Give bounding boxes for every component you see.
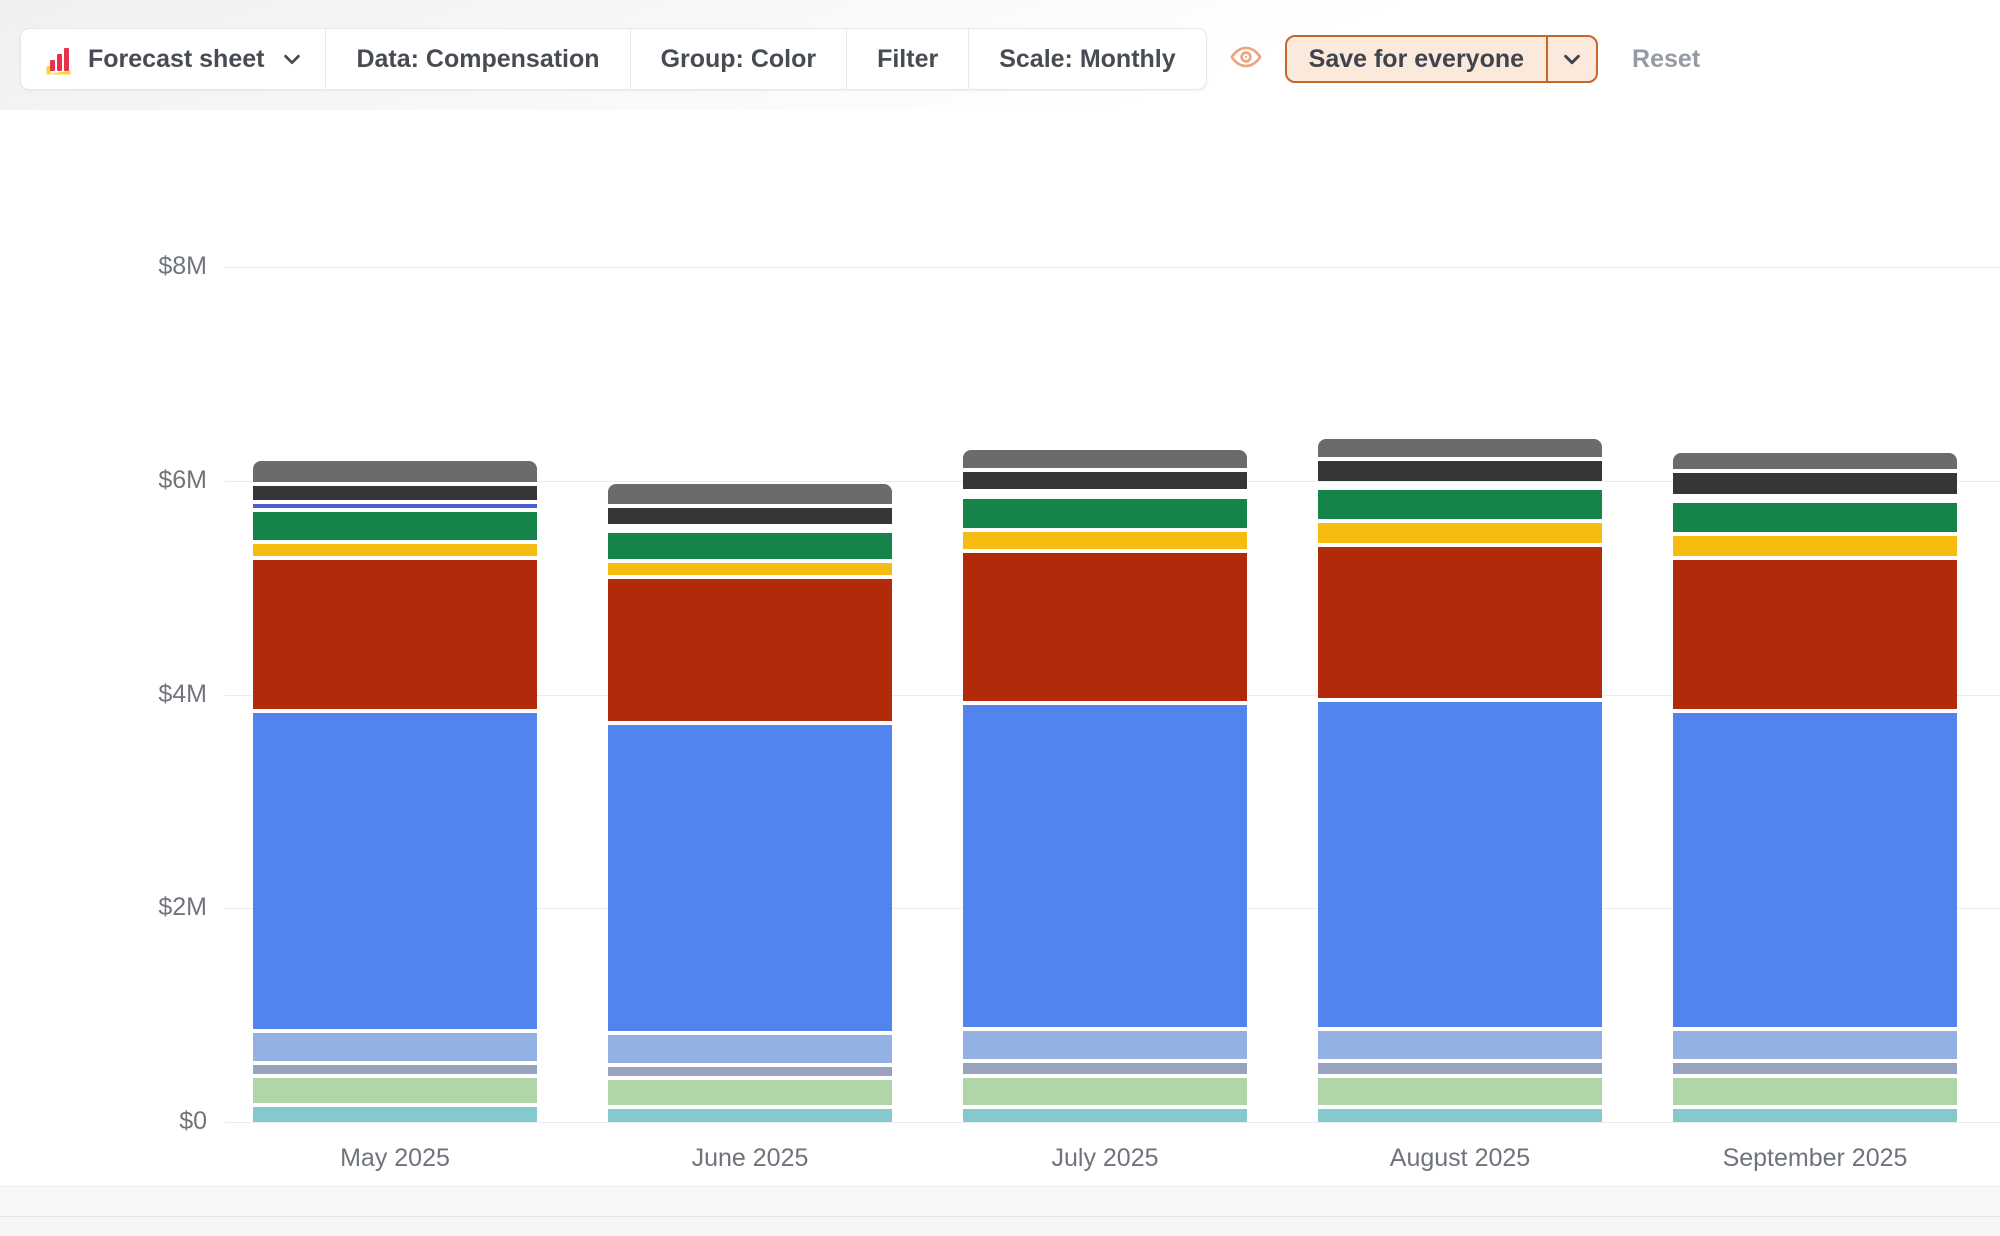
bar-segment-june-2025-green[interactable]	[608, 532, 892, 559]
bar-segment-august-2025-yellow[interactable]	[1318, 523, 1602, 543]
bar-segment-may-2025-light-blue[interactable]	[253, 1033, 537, 1062]
scale-control-label: Scale: Monthly	[999, 44, 1176, 73]
y-tick-label--2m: $2M	[158, 893, 207, 922]
chevron-down-icon	[1564, 54, 1580, 65]
bar-segment-may-2025-yellow[interactable]	[253, 543, 537, 556]
bar-segment-july-2025-teal[interactable]	[963, 1109, 1247, 1122]
footer-strip	[0, 1186, 2000, 1216]
bar-segment-july-2025-blue[interactable]	[963, 705, 1247, 1028]
group-control-label: Group: Color	[660, 44, 817, 73]
gridline--8m	[225, 267, 2000, 268]
bar-segment-june-2025-slate-blue[interactable]	[608, 1067, 892, 1077]
y-tick-label--6m: $6M	[158, 465, 207, 494]
bar-segment-may-2025-light-green[interactable]	[253, 1078, 537, 1103]
x-axis-label-august-2025: August 2025	[1389, 1144, 1531, 1172]
bar-segment-may-2025-indigo[interactable]	[253, 504, 537, 508]
save-dropdown-toggle[interactable]	[1546, 37, 1596, 81]
forecast-page: Forecast sheet Data: Compensation Group:…	[0, 0, 2000, 1236]
chevron-down-icon	[281, 48, 303, 70]
bar-segment-september-2025-dark-gray[interactable]	[1673, 473, 1957, 494]
bar-segment-july-2025-gray[interactable]	[963, 449, 1247, 469]
bar-segment-june-2025-dark-red[interactable]	[608, 578, 892, 722]
save-for-everyone-button[interactable]: Save for everyone	[1284, 35, 1599, 83]
bar-segment-september-2025-teal[interactable]	[1673, 1109, 1957, 1122]
x-axis-label-september-2025: September 2025	[1722, 1144, 1908, 1172]
sheet-selector[interactable]: Forecast sheet	[21, 29, 325, 89]
bar-segment-june-2025-light-blue[interactable]	[608, 1035, 892, 1064]
bar-segment-august-2025-light-blue[interactable]	[1318, 1031, 1602, 1060]
bar-segment-august-2025-dark-gray[interactable]	[1318, 461, 1602, 481]
y-tick-label--4m: $4M	[158, 679, 207, 708]
bar-segment-july-2025-yellow[interactable]	[963, 531, 1247, 550]
toolbar: Forecast sheet Data: Compensation Group:…	[20, 28, 1700, 90]
bar-segment-june-2025-light-green[interactable]	[608, 1080, 892, 1106]
bar-segment-september-2025-light-green[interactable]	[1673, 1078, 1957, 1106]
bar-segment-august-2025-blue[interactable]	[1318, 701, 1602, 1028]
bar-segment-july-2025-light-green[interactable]	[963, 1078, 1247, 1106]
bar-segment-september-2025-dark-red[interactable]	[1673, 559, 1957, 709]
toolbar-segment-group: Forecast sheet Data: Compensation Group:…	[20, 28, 1207, 90]
reset-button[interactable]: Reset	[1632, 45, 1700, 74]
bar-segment-august-2025-dark-red[interactable]	[1318, 546, 1602, 698]
bar-segment-august-2025-green[interactable]	[1318, 490, 1602, 520]
bar-segment-august-2025-teal[interactable]	[1318, 1109, 1602, 1122]
bar-segment-september-2025-blue[interactable]	[1673, 712, 1957, 1028]
bar-segment-july-2025-dark-red[interactable]	[963, 553, 1247, 702]
bar-segment-august-2025-gray[interactable]	[1318, 438, 1602, 458]
bar-segment-may-2025-green[interactable]	[253, 511, 537, 540]
eye-icon	[1229, 40, 1263, 79]
bar-segment-may-2025-blue[interactable]	[253, 712, 537, 1030]
bar-segment-june-2025-yellow[interactable]	[608, 562, 892, 575]
bar-segment-july-2025-slate-blue[interactable]	[963, 1063, 1247, 1075]
bar-segment-june-2025-dark-gray[interactable]	[608, 508, 892, 524]
footer-strip-lower	[0, 1216, 2000, 1236]
bar-segment-june-2025-gray[interactable]	[608, 483, 892, 505]
filter-control[interactable]: Filter	[846, 29, 968, 89]
bar-segment-june-2025-blue[interactable]	[608, 725, 892, 1032]
stacked-bar-chart: $8M $6M $4M $2M $0 May 2025 June 2025 July 2025…	[0, 0, 2000, 1236]
x-axis-label-may-2025: May 2025	[340, 1144, 450, 1172]
bar-chart-logo-icon	[43, 43, 75, 75]
gridline--0	[225, 1122, 2000, 1123]
x-axis-label-june-2025: June 2025	[691, 1144, 809, 1172]
y-tick-label--8m: $8M	[158, 252, 207, 280]
y-tick-label--0: $0	[179, 1107, 207, 1135]
bar-segment-july-2025-dark-gray[interactable]	[963, 472, 1247, 490]
bar-segment-may-2025-dark-gray[interactable]	[253, 485, 537, 501]
save-button-label: Save for everyone	[1308, 44, 1525, 73]
bar-segment-august-2025-slate-blue[interactable]	[1318, 1063, 1602, 1075]
bar-segment-may-2025-gray[interactable]	[253, 461, 537, 482]
bar-segment-may-2025-slate-blue[interactable]	[253, 1065, 537, 1075]
sheet-selector-label: Forecast sheet	[88, 44, 265, 73]
bar-segment-august-2025-light-green[interactable]	[1318, 1078, 1602, 1106]
scale-monthly-control[interactable]: Scale: Monthly	[968, 29, 1205, 89]
bar-segment-may-2025-dark-red[interactable]	[253, 559, 537, 709]
bar-segment-september-2025-slate-blue[interactable]	[1673, 1063, 1957, 1075]
data-compensation-control[interactable]: Data: Compensation	[325, 29, 629, 89]
bar-segment-may-2025-teal[interactable]	[253, 1106, 537, 1122]
bar-segment-september-2025-yellow[interactable]	[1673, 536, 1957, 556]
bar-segment-september-2025-gray[interactable]	[1673, 452, 1957, 470]
group-color-control[interactable]: Group: Color	[629, 29, 847, 89]
bar-segment-june-2025-teal[interactable]	[608, 1109, 892, 1122]
bar-segment-july-2025-light-blue[interactable]	[963, 1031, 1247, 1060]
data-control-label: Data: Compensation	[356, 44, 600, 73]
visibility-eye-button[interactable]	[1229, 40, 1263, 79]
bar-segment-september-2025-green[interactable]	[1673, 503, 1957, 533]
bar-segment-july-2025-green[interactable]	[963, 498, 1247, 528]
filter-control-label: Filter	[877, 44, 939, 73]
bar-segment-september-2025-light-blue[interactable]	[1673, 1031, 1957, 1060]
x-axis-label-july-2025: July 2025	[1051, 1144, 1159, 1172]
